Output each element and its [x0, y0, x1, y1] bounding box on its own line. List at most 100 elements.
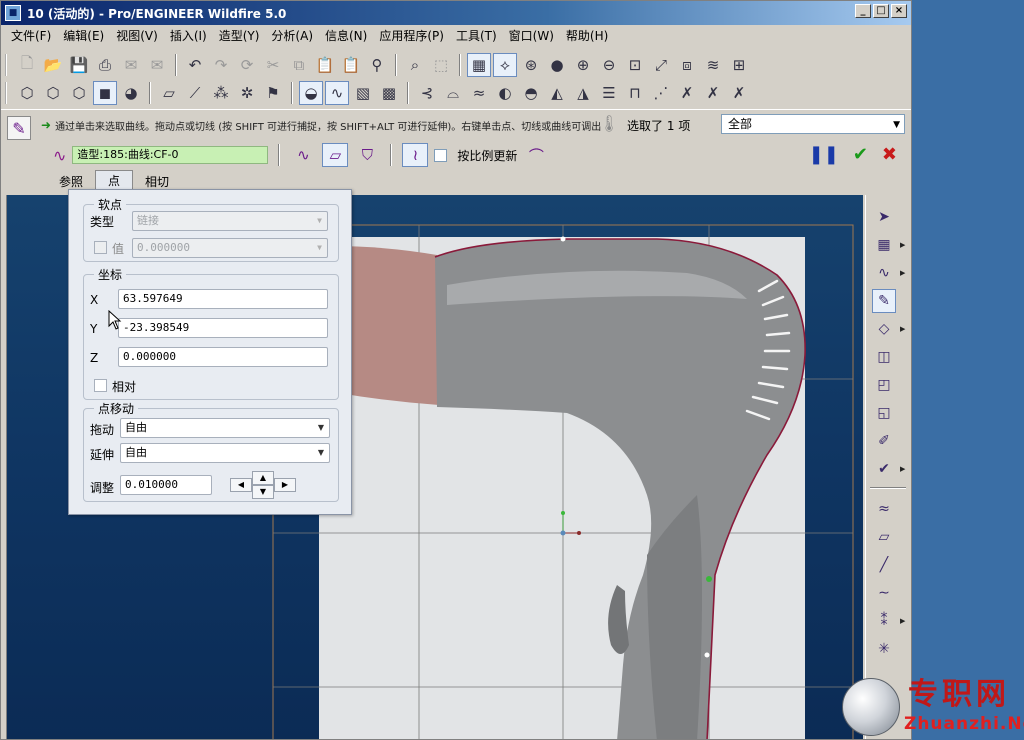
annotations-icon[interactable]: ⚑ [261, 81, 285, 105]
saved-views-icon[interactable]: ⧈ [675, 53, 699, 77]
sketch-tool-icon[interactable]: ✐ [872, 429, 896, 453]
curve-analysis-icon[interactable]: ⋰ [649, 81, 673, 105]
coordinate-system-icon[interactable]: ✳ [872, 637, 896, 661]
hidden-line-icon[interactable]: ⬡ [41, 81, 65, 105]
spin-center-icon[interactable]: ⊛ [519, 53, 543, 77]
enhanced-realism-icon[interactable]: ◕ [119, 81, 143, 105]
minimize-button[interactable]: _ [855, 4, 871, 18]
style-frame-icon[interactable]: ▩ [377, 81, 401, 105]
undo-icon[interactable]: ↶ [183, 53, 207, 77]
refit-icon[interactable]: ⊡ [623, 53, 647, 77]
proportional-update-checkbox[interactable] [434, 148, 448, 162]
pause-button[interactable]: ❚❚ [809, 144, 839, 165]
paste-icon[interactable]: 📋 [313, 53, 337, 77]
menu-applications[interactable]: 应用程序(P) [373, 25, 450, 47]
curve-point-selected[interactable] [706, 576, 712, 582]
create-curve-icon[interactable]: ∿ [872, 261, 896, 285]
style-grid-icon[interactable]: ▧ [351, 81, 375, 105]
curvature-plot-icon[interactable]: ≀ [402, 143, 429, 167]
menu-edit[interactable]: 编辑(E) [57, 25, 110, 47]
close-button[interactable]: × [891, 4, 907, 18]
curvature-icon[interactable]: ⊰ [415, 81, 439, 105]
print-icon[interactable]: ⎙ [93, 53, 117, 77]
edit-curve-icon[interactable]: ✎ [872, 289, 896, 313]
active-plane-icon[interactable]: ▦ [872, 233, 896, 257]
sketch-curve-icon[interactable]: ≈ [872, 497, 896, 521]
nudge-up-button[interactable]: ▲ [252, 471, 274, 485]
copy-icon[interactable]: ⧉ [287, 53, 311, 77]
cos-curve-icon[interactable]: ⛉ [354, 143, 380, 167]
regenerate-model-icon[interactable]: ⚲ [365, 53, 389, 77]
datum-axis-icon[interactable]: ╱ [872, 553, 896, 577]
redo-icon[interactable]: ↷ [209, 53, 233, 77]
maximize-button[interactable]: □ [873, 4, 889, 18]
curve-point[interactable] [704, 652, 710, 658]
section-icon[interactable]: ⌓ [441, 81, 465, 105]
type-select[interactable]: 链接 ▼ [132, 211, 328, 231]
paste-special-icon[interactable]: 📋 [339, 53, 363, 77]
menu-analysis[interactable]: 分析(A) [265, 25, 319, 47]
extend-mode-select[interactable]: 自由 ▼ [120, 443, 330, 463]
csys-icon[interactable]: ✲ [235, 81, 259, 105]
no-hidden-icon[interactable]: ⬡ [67, 81, 91, 105]
menu-info[interactable]: 信息(N) [319, 25, 373, 47]
offset-icon[interactable]: ≈ [467, 81, 491, 105]
menu-window[interactable]: 窗口(W) [503, 25, 560, 47]
relative-checkbox[interactable] [94, 379, 107, 392]
layers-icon[interactable]: ≋ [701, 53, 725, 77]
delete-surface-analysis-icon[interactable]: ✗ [701, 81, 725, 105]
email-link-icon[interactable]: ✉ [145, 53, 169, 77]
done-check-icon[interactable]: ✔ [872, 457, 896, 481]
planar-curve-icon[interactable]: ▱ [322, 143, 349, 167]
datum-point-icon[interactable]: ⁑ [872, 609, 896, 633]
delete-analysis-icon[interactable]: ✗ [675, 81, 699, 105]
draft-icon[interactable]: ◭ [545, 81, 569, 105]
nudge-down-button[interactable]: ▼ [252, 485, 274, 499]
delete-all-analysis-icon[interactable]: ✗ [727, 81, 751, 105]
select-arrow-icon[interactable]: ➤ [872, 205, 896, 229]
surface-icon[interactable]: ◇ [872, 317, 896, 341]
value-checkbox[interactable] [94, 241, 107, 254]
save-icon[interactable]: 💾 [67, 53, 91, 77]
cut-icon[interactable]: ✂ [261, 53, 285, 77]
datum-curve-icon[interactable]: ∼ [872, 581, 896, 605]
datum-points-icon[interactable]: ⁂ [209, 81, 233, 105]
datum-planes-icon[interactable]: ▱ [157, 81, 181, 105]
nudge-left-button[interactable]: ◀ [230, 478, 252, 492]
repaint-icon[interactable]: ▦ [467, 53, 491, 77]
ok-button[interactable]: ✔ [853, 144, 868, 165]
shading-icon[interactable]: ● [545, 53, 569, 77]
orient-icon[interactable]: ⟡ [493, 53, 517, 77]
style-curve-icon[interactable]: ∿ [325, 81, 349, 105]
select-box-icon[interactable]: ⬚ [429, 53, 453, 77]
curve-analysis-icon[interactable]: ⌒ [523, 143, 549, 167]
curve-point[interactable] [560, 236, 566, 242]
view-manager-icon[interactable]: ⊞ [727, 53, 751, 77]
adjust-step-input[interactable]: 0.010000 [120, 475, 212, 495]
value-input[interactable]: 0.000000 ▼ [132, 238, 328, 258]
x-coordinate-input[interactable]: 63.597649 [118, 289, 328, 309]
menu-insert[interactable]: 插入(I) [164, 25, 213, 47]
menu-view[interactable]: 视图(V) [110, 25, 164, 47]
email-icon[interactable]: ✉ [119, 53, 143, 77]
style-shade-icon[interactable]: ◒ [299, 81, 323, 105]
slope-icon[interactable]: ◓ [519, 81, 543, 105]
wireframe-icon[interactable]: ⬡ [15, 81, 39, 105]
datum-plane-icon[interactable]: ▱ [872, 525, 896, 549]
find-icon[interactable]: ⌕ [403, 53, 427, 77]
surface-edit-icon[interactable]: ◱ [872, 401, 896, 425]
menu-tools[interactable]: 工具(T) [450, 25, 503, 47]
toolbar-grip[interactable] [5, 54, 9, 76]
surface-connect-icon[interactable]: ◫ [872, 345, 896, 369]
datum-axes-icon[interactable]: ⟋ [183, 81, 207, 105]
menu-style[interactable]: 造型(Y) [213, 25, 266, 47]
free-curve-icon[interactable]: ∿ [290, 143, 316, 167]
new-file-icon[interactable]: 🗋 [15, 53, 39, 77]
menu-help[interactable]: 帮助(H) [560, 25, 614, 47]
shaded-icon[interactable]: ◼ [93, 81, 117, 105]
feature-name-field[interactable]: 造型:185:曲线:CF-0 [72, 146, 269, 164]
menu-file[interactable]: 文件(F) [5, 25, 57, 47]
y-coordinate-input[interactable]: -23.398549 [118, 318, 328, 338]
reflection-icon[interactable]: ◮ [571, 81, 595, 105]
selection-filter-select[interactable]: 全部 ▼ [721, 114, 905, 134]
